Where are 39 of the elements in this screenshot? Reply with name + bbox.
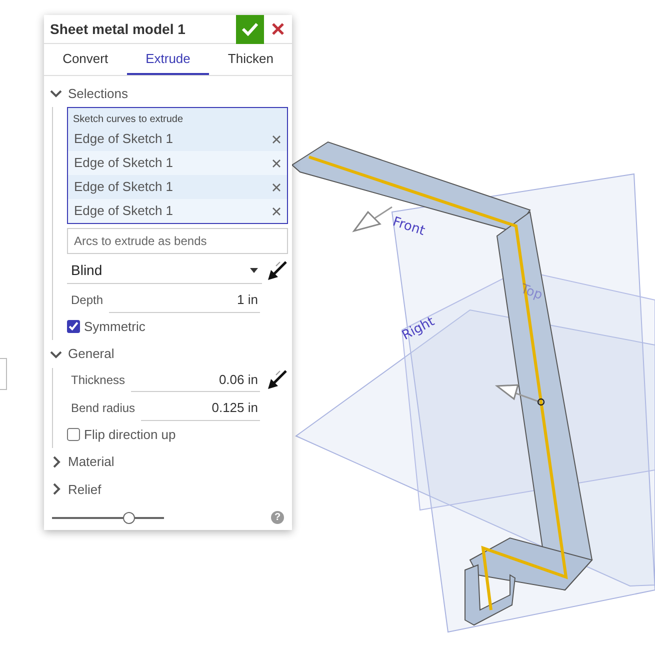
section-header[interactable]: Selections: [44, 80, 292, 107]
check-icon: [241, 22, 259, 36]
tab[interactable]: Thicken: [209, 44, 292, 74]
tab[interactable]: Convert: [44, 44, 127, 74]
field-label: Thickness: [70, 372, 126, 389]
close-icon[interactable]: [272, 158, 281, 168]
checkbox-label: Symmetric: [84, 318, 146, 336]
arrow-icon[interactable]: [266, 260, 288, 282]
close-icon[interactable]: [272, 206, 281, 216]
input-field[interactable]: 0.125 in: [141, 396, 260, 420]
checkbox[interactable]: [67, 428, 80, 441]
tab[interactable]: Extrude: [126, 44, 210, 74]
panel-edge: [0, 358, 7, 390]
dropdown[interactable]: Blind: [67, 258, 262, 284]
list-item[interactable]: Edge of Sketch 1: [74, 129, 174, 149]
section-header[interactable]: Relief: [44, 476, 292, 503]
arrow-icon: [352, 206, 392, 232]
field-label: Bend radius: [70, 400, 136, 418]
section-header[interactable]: General: [44, 340, 292, 368]
arrow-icon[interactable]: [266, 368, 288, 391]
confirm-button[interactable]: [236, 14, 264, 44]
checkbox-label: Flip direction up: [84, 426, 176, 444]
plane-label: Front: [390, 214, 427, 239]
checkbox[interactable]: [67, 320, 80, 333]
input-field[interactable]: Arcs to extrude as bends: [67, 228, 288, 254]
arrow-icon: [494, 384, 545, 406]
input-field[interactable]: 0.06 in: [131, 368, 260, 392]
input-field[interactable]: 1 in: [109, 288, 260, 312]
dialog-title: Sheet metal model 1: [49, 20, 186, 38]
section-header[interactable]: Material: [44, 448, 292, 476]
list-item[interactable]: Edge of Sketch 1: [74, 177, 174, 197]
close-icon[interactable]: [272, 134, 281, 144]
close-icon[interactable]: [272, 182, 281, 192]
field-label: Depth: [70, 292, 104, 310]
plane-label: Top: [518, 282, 544, 304]
slider-thumb[interactable]: [123, 512, 136, 524]
list-label: Sketch curves to extrude: [72, 113, 184, 127]
close-icon: [272, 23, 284, 35]
caret-icon: [250, 268, 258, 273]
